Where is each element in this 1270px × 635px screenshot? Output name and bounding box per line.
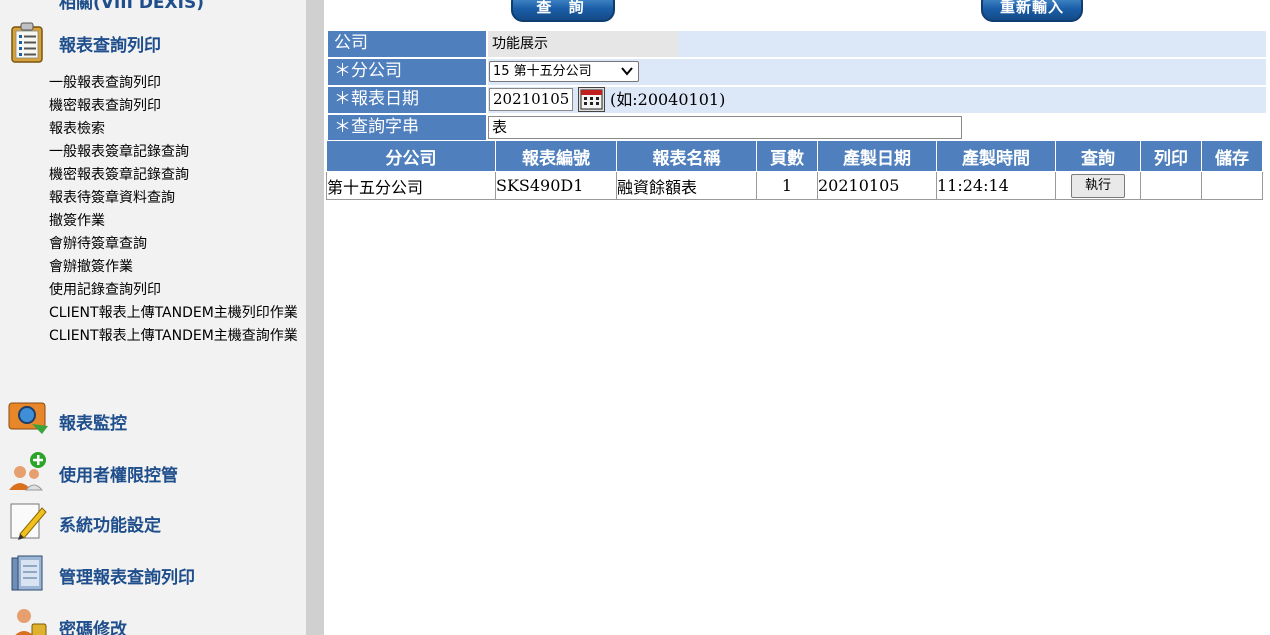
report-clipboard-icon <box>8 22 48 63</box>
pencil-paper-icon <box>8 502 48 542</box>
date-value-cell: 20210105 (如:20040101) <box>488 87 1266 113</box>
col-report-name: 報表名稱 <box>616 140 757 172</box>
sidebar-section-system-settings-label: 系統功能設定 <box>59 516 161 536</box>
cell-report-id: SKS490D1 <box>495 171 617 200</box>
query-string-label: ＊查詢字串 <box>328 115 486 141</box>
form-row-query: ＊查詢字串 表 <box>328 115 1266 142</box>
calendar-icon[interactable] <box>578 87 605 112</box>
sidebar-item-client-upload-query[interactable]: CLIENT報表上傳TANDEM主機查詢作業 <box>0 325 306 348</box>
results-table: 分公司 報表編號 報表名稱 頁數 產製日期 產製時間 查詢 列印 儲存 第十五分… <box>326 140 1263 200</box>
frame-divider[interactable] <box>306 0 324 635</box>
sidebar-section-password-label: 密碼修改 <box>59 620 127 635</box>
query-button[interactable]: 查 詢 <box>511 0 615 22</box>
cell-pages: 1 <box>756 171 818 200</box>
cell-report-name: 融資餘額表 <box>616 171 757 200</box>
query-string-cell: 表 <box>488 115 1266 141</box>
query-form: 公司 功能展示 ＊分公司 15 第十五分公司 ＊報表日期 20210105 (如… <box>328 31 1266 143</box>
company-value: 功能展示 <box>488 31 678 57</box>
col-save: 儲存 <box>1201 140 1263 172</box>
company-label: 公司 <box>328 31 486 57</box>
sidebar-section-top-label: 相關(VIII DEXIS) <box>59 0 204 13</box>
reset-button[interactable]: 重新輸入 <box>981 0 1083 22</box>
table-header-row: 分公司 報表編號 報表名稱 頁數 產製日期 產製時間 查詢 列印 儲存 <box>326 140 1263 172</box>
branch-value-cell: 15 第十五分公司 <box>488 59 1266 85</box>
chevron-down-icon <box>620 62 634 87</box>
sidebar-item-client-upload-print[interactable]: CLIENT報表上傳TANDEM主機列印作業 <box>0 302 306 325</box>
sidebar-section-manage-report-label: 管理報表查詢列印 <box>59 568 195 588</box>
sidebar-item-pending-sign[interactable]: 報表待簽章資料查詢 <box>0 187 306 210</box>
col-date: 產製日期 <box>817 140 937 172</box>
cell-date: 20210105 <box>817 171 937 200</box>
company-value-cell: 功能展示 <box>488 31 1266 57</box>
cell-save <box>1201 171 1263 200</box>
branch-select[interactable]: 15 第十五分公司 <box>489 61 639 82</box>
cell-time: 11:24:14 <box>936 171 1056 200</box>
sidebar-item-confidential-report[interactable]: 機密報表查詢列印 <box>0 95 306 118</box>
report-monitor-icon <box>8 400 48 440</box>
date-format-hint: (如:20040101) <box>610 90 726 109</box>
col-branch: 分公司 <box>326 140 496 172</box>
date-input[interactable]: 20210105 <box>489 88 573 111</box>
manage-report-icon <box>8 554 48 594</box>
cell-query: 執行 <box>1055 171 1141 200</box>
col-time: 產製時間 <box>936 140 1056 172</box>
date-label: ＊報表日期 <box>328 87 486 113</box>
sidebar-item-revoke-sign[interactable]: 撤簽作業 <box>0 210 306 233</box>
sidebar: 相關(VIII DEXIS) 報表查詢列印 一般報表查詢列印 機密報表查詢列印 … <box>0 0 306 635</box>
sidebar-section-report-query-label: 報表查詢列印 <box>59 36 161 56</box>
sidebar-item-confidential-sign-log[interactable]: 機密報表簽章記錄查詢 <box>0 164 306 187</box>
branch-select-value: 15 第十五分公司 <box>493 64 592 79</box>
sidebar-item-general-report[interactable]: 一般報表查詢列印 <box>0 72 306 95</box>
sidebar-section-report-monitor-label: 報表監控 <box>59 414 127 434</box>
form-row-date: ＊報表日期 20210105 (如:20040101) <box>328 87 1266 114</box>
sidebar-item-general-sign-log[interactable]: 一般報表簽章記錄查詢 <box>0 141 306 164</box>
col-report-id: 報表編號 <box>495 140 617 172</box>
sidebar-item-usage-log[interactable]: 使用記錄查詢列印 <box>0 279 306 302</box>
cell-branch: 第十五分公司 <box>326 171 496 200</box>
branch-label: ＊分公司 <box>328 59 486 85</box>
query-string-input[interactable]: 表 <box>488 116 962 139</box>
col-query: 查詢 <box>1055 140 1141 172</box>
execute-button[interactable]: 執行 <box>1071 173 1125 198</box>
sidebar-item-cosign-pending[interactable]: 會辦待簽章查詢 <box>0 233 306 256</box>
col-pages: 頁數 <box>756 140 818 172</box>
cell-print <box>1140 171 1202 200</box>
sidebar-section-user-permission-label: 使用者權限控管 <box>59 466 178 486</box>
col-print: 列印 <box>1140 140 1202 172</box>
user-permission-icon <box>8 452 48 492</box>
password-icon <box>8 606 48 635</box>
sidebar-item-cosign-revoke[interactable]: 會辦撤簽作業 <box>0 256 306 279</box>
table-row: 第十五分公司 SKS490D1 融資餘額表 1 20210105 11:24:1… <box>326 171 1263 200</box>
sidebar-item-report-search[interactable]: 報表檢索 <box>0 118 306 141</box>
sidebar-sub-menu: 一般報表查詢列印 機密報表查詢列印 報表檢索 一般報表簽章記錄查詢 機密報表簽章… <box>0 72 306 348</box>
form-row-company: 公司 功能展示 <box>328 31 1266 58</box>
form-row-branch: ＊分公司 15 第十五分公司 <box>328 59 1266 86</box>
